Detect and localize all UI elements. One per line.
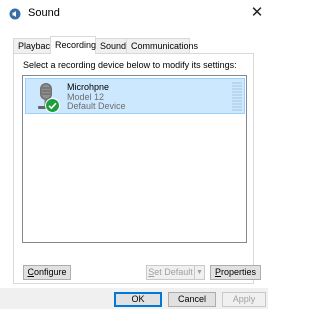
tab-recording[interactable]: Recording [50, 36, 96, 54]
tab-playback[interactable]: Playback [13, 38, 55, 53]
tab-communications[interactable]: Communications [126, 38, 198, 53]
device-item-microphone[interactable]: Microhpne Model 12 Default Device [25, 78, 245, 114]
close-icon: ✕ [250, 4, 264, 21]
tab-sounds[interactable]: Sounds [95, 38, 131, 53]
device-status: Default Device [67, 101, 126, 111]
button-label: Cancel [177, 294, 206, 304]
apply-button[interactable]: Apply [222, 292, 266, 307]
set-default-button[interactable]: Set Default [146, 265, 195, 280]
properties-button[interactable]: Properties [210, 265, 261, 280]
ok-button[interactable]: OK [114, 292, 162, 307]
configure-button[interactable]: Configure [23, 265, 71, 280]
button-label: Apply [232, 294, 256, 304]
title-bar: Sound ✕ [0, 0, 268, 27]
level-meter [232, 82, 242, 111]
set-default-dropdown-button[interactable]: ▼ [194, 265, 205, 280]
button-label: roperties [221, 267, 257, 277]
checkmark-icon [45, 98, 60, 113]
device-list[interactable]: Microhpne Model 12 Default Device [22, 75, 247, 243]
speaker-icon [9, 8, 21, 20]
cancel-button[interactable]: Cancel [168, 292, 216, 307]
close-button[interactable]: ✕ [246, 2, 268, 24]
device-name: Microhpne [67, 82, 110, 92]
recording-panel: Select a recording device below to modif… [13, 53, 254, 284]
button-label: et Default [154, 267, 193, 277]
instruction-text: Select a recording device below to modif… [23, 60, 237, 70]
button-label: onfigure [33, 267, 67, 277]
tab-label: Recording [55, 40, 97, 50]
tab-label: Communications [131, 41, 199, 51]
window-title: Sound [28, 7, 60, 19]
button-label: OK [131, 294, 145, 304]
chevron-down-icon: ▼ [196, 269, 203, 276]
